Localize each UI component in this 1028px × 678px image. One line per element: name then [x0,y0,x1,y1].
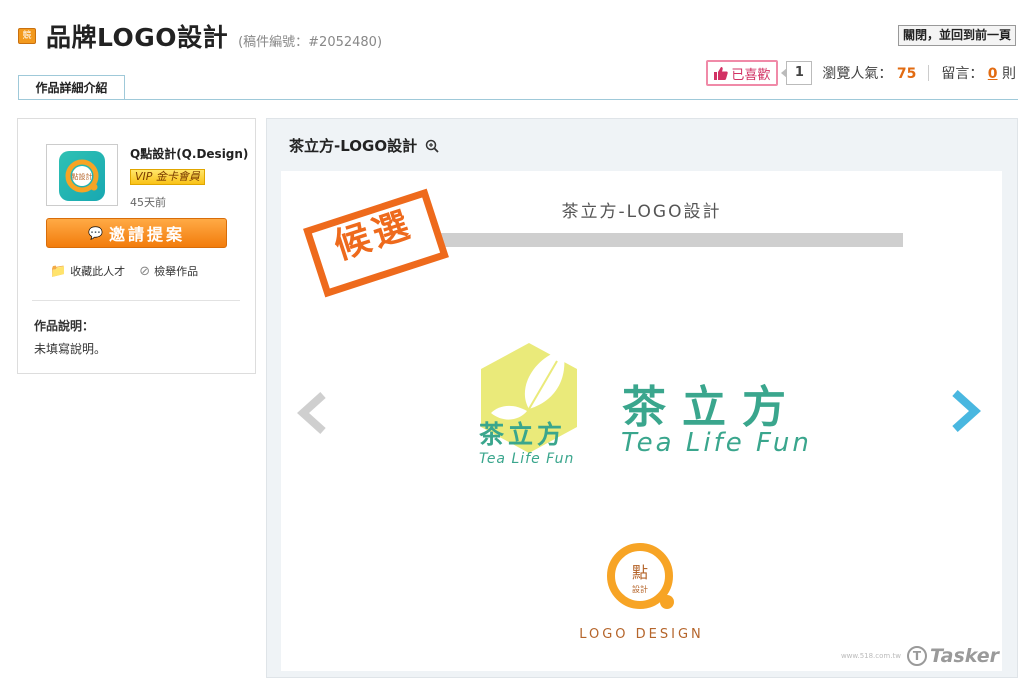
comments-label: 留言： 0 則 [941,63,1016,83]
logo-mark-subtext: 設計 [632,584,648,594]
work-viewer: 茶立方-LOGO設計 茶立方-LOGO設計 候選 茶立方 Tea Life Fu… [266,118,1018,678]
avatar-text: 點設計 [72,172,93,181]
designer-name[interactable]: Q點設計(Q.Design) [130,145,248,162]
views-text: 瀏覽人氣： [822,66,893,82]
logo-design-tagline: LOGO DESIGN [579,627,704,642]
invite-proposal-button[interactable]: 💬 邀請提案 [46,218,227,248]
close-return-button[interactable]: 關閉，並回到前一頁 [897,25,1016,46]
page-title: 品牌LOGO設計 [46,23,229,52]
watermark-brand: Tasker [929,645,999,667]
vip-badge: VIP 金卡會員 [130,169,205,185]
designer-avatar[interactable]: 點設計 [46,144,118,206]
logo-large-chinese: 茶立方 [622,382,802,433]
tasker-logo-icon: T [906,646,927,666]
logo-mark-text: 點 [632,563,648,582]
report-label: 檢舉作品 [154,265,199,278]
designer-actions: 📁 收藏此人才 ⊘ 檢舉作品 [50,263,212,279]
q-design-logo-icon: 點 設計 [607,543,674,609]
avatar-logo: 點設計 [59,151,105,201]
tab-underline [18,99,1018,100]
designer-card: 點設計 Q點設計(Q.Design) VIP 金卡會員 45天前 💬 邀請提案 … [17,118,256,374]
stats-bar: 已喜歡 1 瀏覽人氣： 75 留言： 0 則 [706,60,1016,86]
comments-value[interactable]: 0 [988,66,998,82]
contest-icon: 競 [18,28,36,44]
case-number: (稿件編號：#2052480) [238,35,383,50]
work-title: 茶立方-LOGO設計 [289,135,439,156]
next-arrow-icon[interactable] [949,389,983,433]
logo-small-script: Tea Life Fun [479,451,575,467]
comments-text: 留言： [941,66,984,82]
previous-arrow-icon[interactable] [295,391,329,435]
description-label: 作品說明： [34,319,95,333]
last-active: 45天前 [130,196,166,209]
like-button[interactable]: 已喜歡 [706,60,779,86]
favorite-label: 收藏此人才 [70,265,126,278]
folder-star-icon: 📁 [50,263,67,279]
prohibited-icon: ⊘ [139,263,151,279]
description-text: 未填寫說明。 [34,342,107,356]
card-divider [32,300,240,301]
like-label: 已喜歡 [731,67,771,83]
comments-unit: 則 [1002,66,1016,82]
work-image: 茶立方-LOGO設計 候選 茶立方 Tea Life Fun 茶立方 Tea L… [281,171,1002,671]
thumbs-up-icon [714,67,729,80]
page-header: 競 品牌LOGO設計 (稿件編號：#2052480) [18,18,382,54]
invite-label: 邀請提案 [108,225,185,244]
report-work-link[interactable]: ⊘ 檢舉作品 [139,263,198,279]
like-count: 1 [781,61,813,85]
logo-small-chinese: 茶立方 [479,420,567,449]
views-value: 75 [896,66,917,82]
stats-divider [928,65,930,81]
tab-work-details[interactable]: 作品詳細介紹 [18,75,125,100]
work-title-text: 茶立方-LOGO設計 [289,137,418,155]
logo-large-script: Tea Life Fun [621,428,812,458]
watermark-url: www.518.com.tw [840,652,901,660]
favorite-talent-link[interactable]: 📁 收藏此人才 [50,263,125,279]
views-label: 瀏覽人氣： 75 [822,63,916,83]
heading-bar [438,233,903,247]
chat-icon: 💬 [88,226,103,240]
avatar-q-icon: 點設計 [65,159,99,193]
zoom-in-icon[interactable] [425,139,439,153]
tasker-watermark: www.518.com.tw T Tasker [841,645,999,667]
